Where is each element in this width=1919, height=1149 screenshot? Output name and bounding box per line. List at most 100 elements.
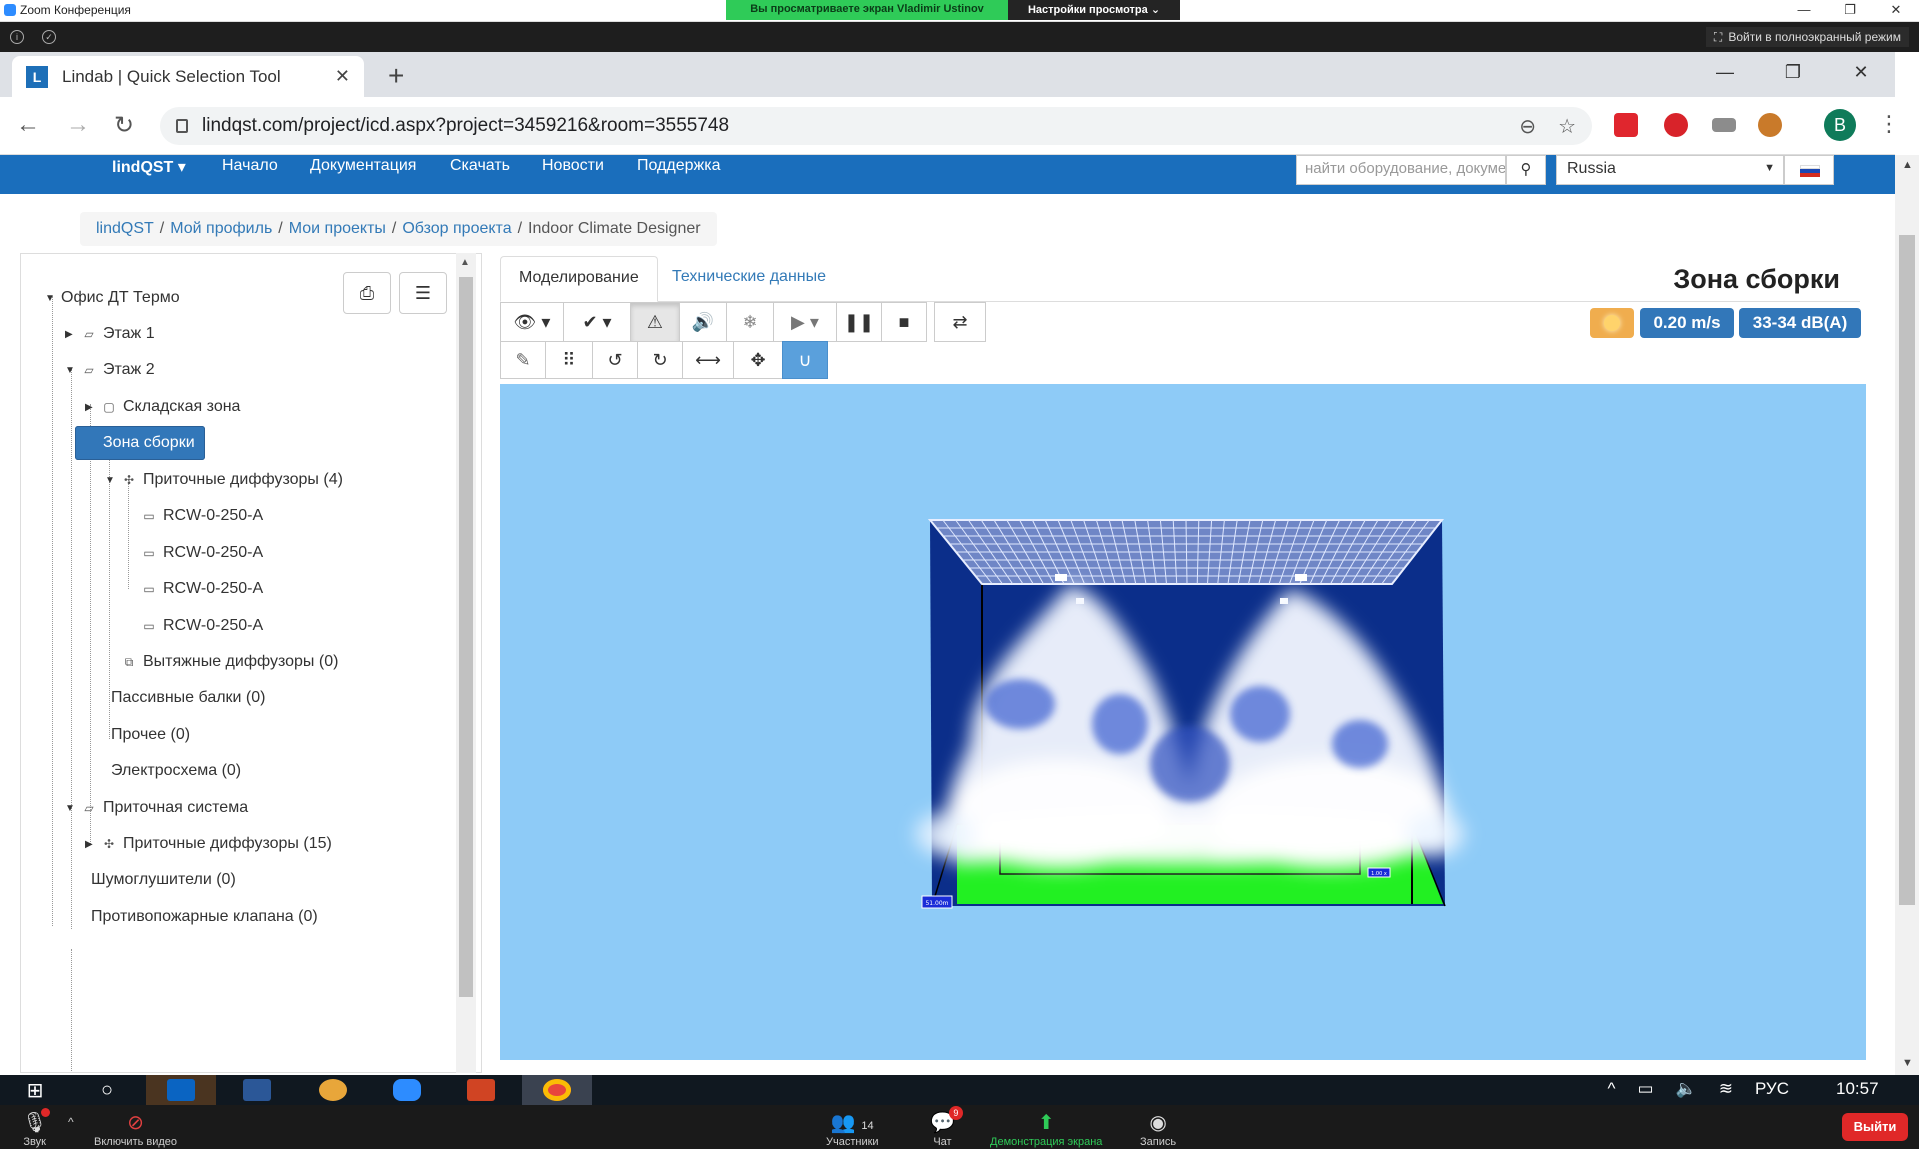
resize-horizontal-button[interactable]: ⟷	[682, 341, 734, 379]
caret-right-icon[interactable]: ▶	[85, 402, 95, 413]
meeting-info-icon[interactable]: i	[10, 30, 24, 44]
tree-root[interactable]: ▼ Офис ДТ Термо	[45, 280, 180, 316]
zoom-minimize-icon[interactable]: —	[1781, 0, 1827, 20]
tree-item-assembly-zone[interactable]: ▼ Зона сборки	[75, 425, 205, 461]
rotate-right-button[interactable]: ↻	[637, 341, 683, 379]
forward-icon[interactable]: →	[66, 111, 90, 139]
caret-right-icon[interactable]: ▶	[85, 839, 95, 850]
tree-item-rcw-4[interactable]: ▭ RCW-0-250-A	[141, 608, 263, 644]
volume-icon[interactable]: 🔈	[1676, 1079, 1697, 1099]
caret-down-icon[interactable]: ▼	[45, 293, 55, 304]
velocity-badge[interactable]: 0.20 m/s	[1640, 308, 1734, 338]
reload-icon[interactable]: ↻	[114, 111, 134, 140]
breadcrumb-profile[interactable]: Мой профиль	[170, 220, 272, 238]
tree-item-rcw-2[interactable]: ▭ RCW-0-250-A	[141, 535, 263, 571]
clock[interactable]: 10:57	[1836, 1079, 1879, 1099]
site-search-input[interactable]: найти оборудование, документ	[1296, 155, 1506, 185]
view-options-button[interactable]: Настройки просмотра ⌄	[1008, 0, 1180, 20]
stop-button[interactable]: ■	[881, 302, 927, 342]
edit-button[interactable]: ✎	[500, 341, 546, 379]
caret-down-icon[interactable]: ▼	[65, 803, 75, 814]
tree-scroll-thumb[interactable]	[459, 277, 473, 997]
new-tab-icon[interactable]: +	[388, 60, 404, 92]
magnet-button[interactable]: ∪	[782, 341, 828, 379]
nav-home[interactable]: Начало	[222, 157, 278, 175]
nav-download[interactable]: Скачать	[450, 157, 510, 175]
page-scroll-up-icon[interactable]: ▲	[1902, 159, 1913, 171]
tree-item-passive-beams[interactable]: Пассивные балки (0)	[111, 680, 265, 716]
nav-docs[interactable]: Документация	[310, 157, 416, 175]
brand-menu[interactable]: lindQST ▾	[112, 157, 186, 177]
profile-avatar[interactable]: B	[1824, 109, 1856, 141]
record-button[interactable]: ◉ Запись	[1140, 1105, 1176, 1149]
solar-load-badge[interactable]	[1590, 308, 1634, 338]
tree-item-floor2[interactable]: ▼ ▱ Этаж 2	[65, 352, 155, 388]
caret-right-icon[interactable]: ▶	[65, 329, 75, 340]
tree-scrollbar[interactable]: ▲	[456, 253, 476, 1073]
zoom-close-icon[interactable]: ✕	[1873, 0, 1919, 20]
caret-down-icon[interactable]: ▼	[65, 365, 75, 376]
breadcrumb-projects[interactable]: Мои проекты	[289, 220, 386, 238]
save-app[interactable]	[222, 1075, 292, 1105]
tree-item-exhaust-diffusers[interactable]: ⧉ Вытяжные диффузоры (0)	[121, 644, 339, 680]
tab-technical-data[interactable]: Технические данные	[654, 256, 844, 302]
audio-button[interactable]: 🎙 Звук	[22, 1105, 51, 1149]
share-screen-button[interactable]: ⬆ Демонстрация экрана	[990, 1105, 1102, 1149]
zoom-app[interactable]	[372, 1075, 442, 1105]
country-select[interactable]: Russia ▼	[1556, 155, 1784, 185]
page-scroll-down-icon[interactable]: ▼	[1902, 1057, 1913, 1069]
print-button[interactable]: ⎙	[343, 272, 391, 314]
russia-flag-icon[interactable]	[1784, 155, 1834, 185]
view-dropdown-button[interactable]: 👁 ▾	[500, 302, 564, 342]
bookmark-star-icon[interactable]: ☆	[1558, 114, 1576, 139]
page-scroll-thumb[interactable]	[1899, 235, 1915, 905]
wifi-icon[interactable]: ≋	[1719, 1079, 1733, 1099]
shield-icon[interactable]: ✓	[42, 30, 56, 44]
tree-menu-button[interactable]: ☰	[399, 272, 447, 314]
chat-button[interactable]: 💬 9 Чат	[930, 1105, 963, 1149]
rotate-left-button[interactable]: ↺	[592, 341, 638, 379]
tree-item-supply-system[interactable]: ▼ ▱ Приточная система	[65, 790, 248, 826]
audio-options-chevron-icon[interactable]: ^	[68, 1115, 74, 1129]
tree-item-supply-diffusers[interactable]: ▼ ✣ Приточные диффузоры (4)	[105, 462, 343, 498]
address-bar[interactable]: lindqst.com/project/icd.aspx?project=345…	[160, 107, 1592, 145]
sound-level-badge[interactable]: 33-34 dB(A)	[1739, 308, 1861, 338]
swap-button[interactable]: ⇄	[934, 302, 986, 342]
search-taskbar-button[interactable]: ○	[72, 1075, 142, 1105]
powerpoint-app[interactable]	[446, 1075, 516, 1105]
sound-button[interactable]: 🔊	[679, 302, 727, 342]
nav-support[interactable]: Поддержка	[637, 157, 720, 175]
extension-red-icon[interactable]	[1614, 113, 1638, 137]
cooling-button[interactable]: ❄	[726, 302, 774, 342]
back-icon[interactable]: ←	[16, 111, 40, 139]
tree-item-electrical[interactable]: Электросхема (0)	[111, 753, 241, 789]
browser-restore-icon[interactable]: ❐	[1759, 52, 1827, 92]
tab-modeling[interactable]: Моделирование	[500, 256, 658, 302]
browser-tab[interactable]: L Lindab | Quick Selection Tool ✕	[12, 56, 364, 97]
page-scrollbar[interactable]: ▲ ▼	[1895, 155, 1919, 1075]
tree-item-warehouse[interactable]: ▶ ▢ Складская зона	[85, 389, 240, 425]
battery-icon[interactable]: ▭	[1637, 1079, 1653, 1099]
paint-app[interactable]	[298, 1075, 368, 1105]
breadcrumb-lindqst[interactable]: lindQST	[96, 220, 154, 238]
breadcrumb-project-overview[interactable]: Обзор проекта	[402, 220, 511, 238]
zoom-magnifier-icon[interactable]: ⊖	[1519, 114, 1536, 139]
leave-button[interactable]: Выйти	[1842, 1113, 1908, 1141]
participants-button[interactable]: 👥 14 Участники	[826, 1105, 879, 1149]
extension-gray-icon[interactable]	[1712, 118, 1736, 132]
tree-item-floor1[interactable]: ▶ ▱ Этаж 1	[65, 316, 155, 352]
tree-item-supply-diffusers-15[interactable]: ▶ ✣ Приточные диффузоры (15)	[85, 826, 332, 862]
tree-item-rcw-3[interactable]: ▭ RCW-0-250-A	[141, 571, 263, 607]
warning-button[interactable]: ⚠	[630, 302, 680, 342]
tree-item-rcw-1[interactable]: ▭ RCW-0-250-A	[141, 498, 263, 534]
chrome-app[interactable]	[522, 1075, 592, 1105]
tree-item-fire-dampers[interactable]: Противопожарные клапана (0)	[91, 899, 318, 935]
tree-item-other[interactable]: Прочее (0)	[111, 717, 190, 753]
language-indicator[interactable]: РУС	[1755, 1079, 1789, 1099]
extension-cloud-icon[interactable]	[1664, 113, 1688, 137]
check-dropdown-button[interactable]: ✔ ▾	[563, 302, 631, 342]
outlook-app[interactable]	[146, 1075, 216, 1105]
browser-close-icon[interactable]: ✕	[1827, 52, 1895, 92]
caret-down-icon[interactable]: ▼	[105, 475, 115, 486]
move-button[interactable]: ✥	[733, 341, 783, 379]
